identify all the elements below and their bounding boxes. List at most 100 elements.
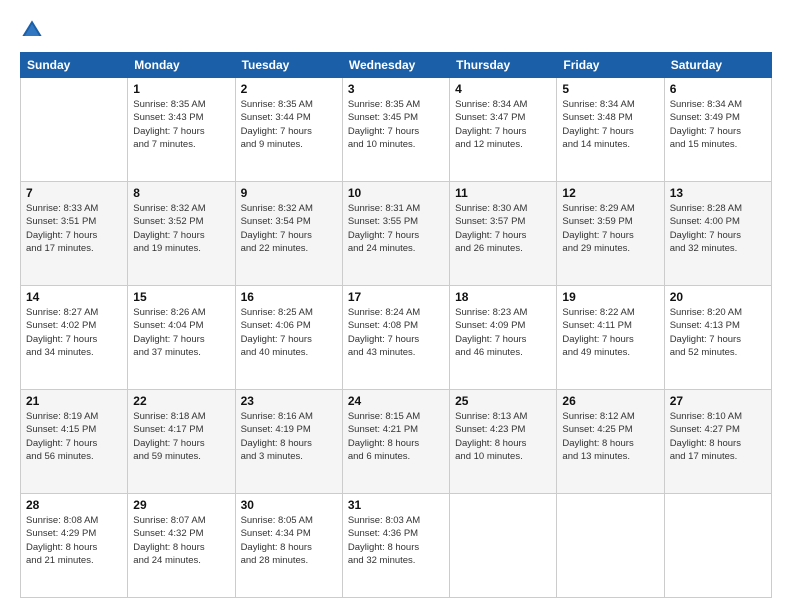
day-info: Sunrise: 8:35 AMSunset: 3:45 PMDaylight:… (348, 98, 444, 151)
day-info: Sunrise: 8:24 AMSunset: 4:08 PMDaylight:… (348, 306, 444, 359)
calendar-cell: 26 Sunrise: 8:12 AMSunset: 4:25 PMDayligh… (557, 390, 664, 494)
day-info: Sunrise: 8:30 AMSunset: 3:57 PMDaylight:… (455, 202, 551, 255)
calendar-cell: 27 Sunrise: 8:10 AMSunset: 4:27 PMDayligh… (664, 390, 771, 494)
calendar-cell (21, 78, 128, 182)
day-number: 29 (133, 498, 229, 512)
day-number: 26 (562, 394, 658, 408)
calendar-cell: 23 Sunrise: 8:16 AMSunset: 4:19 PMDayligh… (235, 390, 342, 494)
calendar-cell (450, 494, 557, 598)
day-number: 25 (455, 394, 551, 408)
day-info: Sunrise: 8:32 AMSunset: 3:54 PMDaylight:… (241, 202, 337, 255)
day-number: 8 (133, 186, 229, 200)
day-number: 28 (26, 498, 122, 512)
day-info: Sunrise: 8:08 AMSunset: 4:29 PMDaylight:… (26, 514, 122, 567)
calendar-cell: 7 Sunrise: 8:33 AMSunset: 3:51 PMDaylight… (21, 182, 128, 286)
day-number: 4 (455, 82, 551, 96)
day-number: 23 (241, 394, 337, 408)
calendar-cell: 20 Sunrise: 8:20 AMSunset: 4:13 PMDayligh… (664, 286, 771, 390)
day-info: Sunrise: 8:15 AMSunset: 4:21 PMDaylight:… (348, 410, 444, 463)
day-info: Sunrise: 8:32 AMSunset: 3:52 PMDaylight:… (133, 202, 229, 255)
calendar-cell: 4 Sunrise: 8:34 AMSunset: 3:47 PMDaylight… (450, 78, 557, 182)
day-info: Sunrise: 8:34 AMSunset: 3:49 PMDaylight:… (670, 98, 766, 151)
day-number: 22 (133, 394, 229, 408)
day-number: 16 (241, 290, 337, 304)
page: SundayMondayTuesdayWednesdayThursdayFrid… (0, 0, 792, 612)
day-info: Sunrise: 8:35 AMSunset: 3:43 PMDaylight:… (133, 98, 229, 151)
logo-icon (20, 18, 44, 42)
day-info: Sunrise: 8:12 AMSunset: 4:25 PMDaylight:… (562, 410, 658, 463)
day-number: 14 (26, 290, 122, 304)
calendar-cell: 17 Sunrise: 8:24 AMSunset: 4:08 PMDayligh… (342, 286, 449, 390)
day-number: 24 (348, 394, 444, 408)
day-info: Sunrise: 8:33 AMSunset: 3:51 PMDaylight:… (26, 202, 122, 255)
day-info: Sunrise: 8:28 AMSunset: 4:00 PMDaylight:… (670, 202, 766, 255)
calendar-cell: 2 Sunrise: 8:35 AMSunset: 3:44 PMDaylight… (235, 78, 342, 182)
header (20, 18, 772, 42)
weekday-header: Sunday (21, 53, 128, 78)
day-info: Sunrise: 8:25 AMSunset: 4:06 PMDaylight:… (241, 306, 337, 359)
day-number: 3 (348, 82, 444, 96)
day-info: Sunrise: 8:31 AMSunset: 3:55 PMDaylight:… (348, 202, 444, 255)
calendar-cell: 24 Sunrise: 8:15 AMSunset: 4:21 PMDayligh… (342, 390, 449, 494)
weekday-header: Tuesday (235, 53, 342, 78)
day-number: 2 (241, 82, 337, 96)
calendar-cell: 1 Sunrise: 8:35 AMSunset: 3:43 PMDaylight… (128, 78, 235, 182)
day-info: Sunrise: 8:34 AMSunset: 3:47 PMDaylight:… (455, 98, 551, 151)
day-info: Sunrise: 8:10 AMSunset: 4:27 PMDaylight:… (670, 410, 766, 463)
weekday-header: Saturday (664, 53, 771, 78)
calendar-cell: 21 Sunrise: 8:19 AMSunset: 4:15 PMDayligh… (21, 390, 128, 494)
day-number: 5 (562, 82, 658, 96)
day-info: Sunrise: 8:16 AMSunset: 4:19 PMDaylight:… (241, 410, 337, 463)
day-number: 30 (241, 498, 337, 512)
day-info: Sunrise: 8:05 AMSunset: 4:34 PMDaylight:… (241, 514, 337, 567)
day-info: Sunrise: 8:19 AMSunset: 4:15 PMDaylight:… (26, 410, 122, 463)
calendar-cell: 22 Sunrise: 8:18 AMSunset: 4:17 PMDayligh… (128, 390, 235, 494)
day-number: 10 (348, 186, 444, 200)
day-number: 7 (26, 186, 122, 200)
calendar-cell: 31 Sunrise: 8:03 AMSunset: 4:36 PMDayligh… (342, 494, 449, 598)
day-info: Sunrise: 8:27 AMSunset: 4:02 PMDaylight:… (26, 306, 122, 359)
day-info: Sunrise: 8:22 AMSunset: 4:11 PMDaylight:… (562, 306, 658, 359)
calendar-cell: 3 Sunrise: 8:35 AMSunset: 3:45 PMDaylight… (342, 78, 449, 182)
day-number: 17 (348, 290, 444, 304)
day-number: 15 (133, 290, 229, 304)
calendar-cell: 25 Sunrise: 8:13 AMSunset: 4:23 PMDayligh… (450, 390, 557, 494)
day-info: Sunrise: 8:18 AMSunset: 4:17 PMDaylight:… (133, 410, 229, 463)
calendar-cell: 10 Sunrise: 8:31 AMSunset: 3:55 PMDayligh… (342, 182, 449, 286)
calendar-cell: 6Sunrise: 8:34 AMSunset: 3:49 PMDaylight… (664, 78, 771, 182)
day-info: Sunrise: 8:34 AMSunset: 3:48 PMDaylight:… (562, 98, 658, 151)
calendar-cell: 13 Sunrise: 8:28 AMSunset: 4:00 PMDayligh… (664, 182, 771, 286)
weekday-header: Wednesday (342, 53, 449, 78)
weekday-header: Monday (128, 53, 235, 78)
weekday-header: Thursday (450, 53, 557, 78)
day-number: 18 (455, 290, 551, 304)
calendar-cell: 14 Sunrise: 8:27 AMSunset: 4:02 PMDayligh… (21, 286, 128, 390)
day-number: 19 (562, 290, 658, 304)
day-info: Sunrise: 8:35 AMSunset: 3:44 PMDaylight:… (241, 98, 337, 151)
calendar-cell: 29 Sunrise: 8:07 AMSunset: 4:32 PMDayligh… (128, 494, 235, 598)
day-info: Sunrise: 8:29 AMSunset: 3:59 PMDaylight:… (562, 202, 658, 255)
day-number: 27 (670, 394, 766, 408)
calendar-cell: 16 Sunrise: 8:25 AMSunset: 4:06 PMDayligh… (235, 286, 342, 390)
logo (20, 18, 48, 42)
day-info: Sunrise: 8:20 AMSunset: 4:13 PMDaylight:… (670, 306, 766, 359)
day-number: 21 (26, 394, 122, 408)
calendar-cell: 12Sunrise: 8:29 AMSunset: 3:59 PMDayligh… (557, 182, 664, 286)
calendar-cell: 30 Sunrise: 8:05 AMSunset: 4:34 PMDayligh… (235, 494, 342, 598)
day-number: 20 (670, 290, 766, 304)
calendar-cell (557, 494, 664, 598)
day-number: 1 (133, 82, 229, 96)
calendar-cell: 5 Sunrise: 8:34 AMSunset: 3:48 PMDaylight… (557, 78, 664, 182)
calendar-cell: 28 Sunrise: 8:08 AMSunset: 4:29 PMDayligh… (21, 494, 128, 598)
calendar-cell (664, 494, 771, 598)
day-number: 13 (670, 186, 766, 200)
day-info: Sunrise: 8:07 AMSunset: 4:32 PMDaylight:… (133, 514, 229, 567)
day-info: Sunrise: 8:23 AMSunset: 4:09 PMDaylight:… (455, 306, 551, 359)
day-number: 11 (455, 186, 551, 200)
calendar-cell: 9Sunrise: 8:32 AMSunset: 3:54 PMDaylight… (235, 182, 342, 286)
weekday-header: Friday (557, 53, 664, 78)
calendar-cell: 8 Sunrise: 8:32 AMSunset: 3:52 PMDaylight… (128, 182, 235, 286)
day-info: Sunrise: 8:03 AMSunset: 4:36 PMDaylight:… (348, 514, 444, 567)
day-info: Sunrise: 8:13 AMSunset: 4:23 PMDaylight:… (455, 410, 551, 463)
day-number: 31 (348, 498, 444, 512)
